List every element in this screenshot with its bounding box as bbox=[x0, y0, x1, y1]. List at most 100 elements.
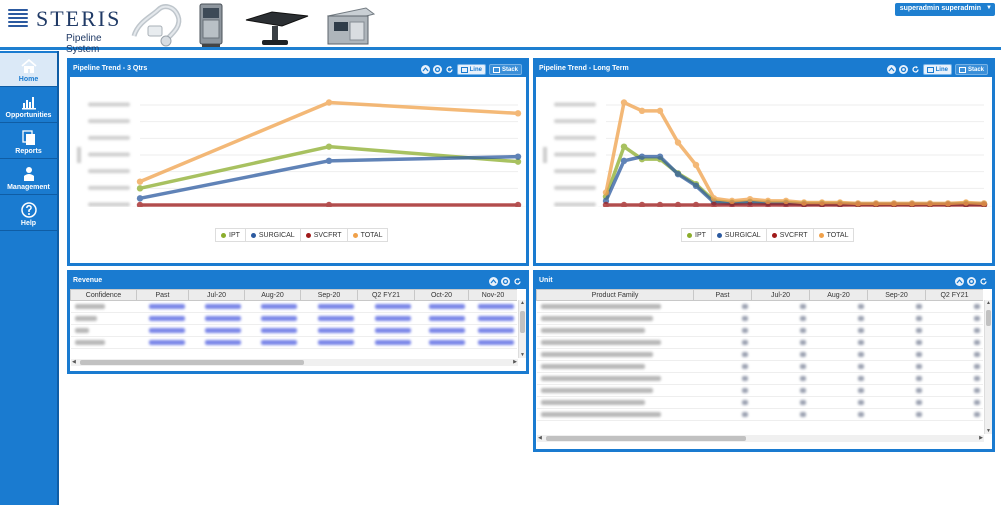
table-row[interactable] bbox=[536, 408, 983, 421]
data-point[interactable] bbox=[908, 200, 916, 207]
legend-item-total[interactable]: TOTAL bbox=[814, 229, 854, 241]
data-point[interactable] bbox=[692, 182, 700, 190]
unit-horizontal-scrollbar[interactable]: ◀ ▶ bbox=[537, 435, 984, 442]
data-point[interactable] bbox=[325, 157, 333, 165]
table-row[interactable] bbox=[536, 396, 983, 409]
table-row[interactable] bbox=[536, 372, 983, 385]
data-point[interactable] bbox=[890, 200, 898, 207]
data-point[interactable] bbox=[620, 157, 628, 165]
legend-item-surgical[interactable]: SURGICAL bbox=[712, 229, 767, 241]
data-point[interactable] bbox=[514, 201, 522, 207]
data-point[interactable] bbox=[514, 153, 522, 160]
data-point[interactable] bbox=[656, 201, 664, 207]
legend-item-surgical[interactable]: SURGICAL bbox=[246, 229, 301, 241]
column-header[interactable]: Jul-20 bbox=[188, 289, 245, 301]
data-point[interactable] bbox=[325, 143, 333, 150]
sidebar-item-help[interactable]: Help bbox=[0, 197, 57, 231]
sidebar-item-management[interactable]: Management bbox=[0, 161, 57, 195]
scroll-thumb[interactable] bbox=[986, 310, 991, 326]
data-point[interactable] bbox=[854, 200, 862, 207]
data-point[interactable] bbox=[926, 200, 934, 207]
scroll-up-icon[interactable]: ▲ bbox=[520, 300, 525, 306]
data-point[interactable] bbox=[620, 201, 628, 207]
legend-item-ipt[interactable]: IPT bbox=[682, 229, 712, 241]
legend-item-svcfrt[interactable]: SVCFRT bbox=[767, 229, 814, 241]
data-point[interactable] bbox=[800, 199, 808, 206]
column-header[interactable]: Jul-20 bbox=[751, 289, 810, 301]
sidebar-item-opportunities[interactable]: Opportunities bbox=[0, 89, 57, 123]
data-point[interactable] bbox=[602, 189, 610, 196]
user-menu-button[interactable]: superadmin superadmin ▼ bbox=[894, 3, 995, 16]
scroll-right-icon[interactable]: ▶ bbox=[513, 359, 517, 365]
column-header[interactable]: Aug-20 bbox=[809, 289, 868, 301]
data-point[interactable] bbox=[782, 197, 790, 205]
table-row[interactable] bbox=[70, 300, 517, 313]
data-point[interactable] bbox=[710, 195, 718, 202]
column-header[interactable]: Past bbox=[693, 289, 752, 301]
data-point[interactable] bbox=[746, 195, 754, 203]
data-point[interactable] bbox=[692, 161, 700, 169]
data-point[interactable] bbox=[656, 107, 664, 115]
data-point[interactable] bbox=[674, 201, 682, 207]
data-point[interactable] bbox=[674, 139, 682, 146]
collapse-icon[interactable] bbox=[955, 276, 964, 286]
data-point[interactable] bbox=[136, 178, 144, 185]
legend-item-total[interactable]: TOTAL bbox=[348, 229, 388, 241]
data-point[interactable] bbox=[620, 143, 628, 150]
data-point[interactable] bbox=[620, 99, 628, 106]
data-point[interactable] bbox=[136, 195, 144, 202]
collapse-icon[interactable] bbox=[489, 276, 498, 286]
table-row[interactable] bbox=[536, 384, 983, 397]
table-row[interactable] bbox=[536, 300, 983, 313]
table-row[interactable] bbox=[536, 348, 983, 361]
refresh-icon[interactable] bbox=[911, 65, 920, 74]
data-point[interactable] bbox=[514, 110, 522, 117]
data-point[interactable] bbox=[980, 200, 988, 207]
unit-vertical-scrollbar[interactable]: ▲ ▼ bbox=[984, 300, 992, 434]
scroll-thumb[interactable] bbox=[520, 311, 525, 333]
column-header[interactable]: Nov-20 bbox=[468, 289, 517, 301]
column-header[interactable]: Sep-20 bbox=[867, 289, 926, 301]
column-header[interactable]: Aug-20 bbox=[244, 289, 301, 301]
data-point[interactable] bbox=[656, 153, 664, 160]
data-point[interactable] bbox=[836, 199, 844, 206]
scroll-left-icon[interactable]: ◀ bbox=[538, 435, 542, 441]
gear-icon[interactable] bbox=[898, 64, 908, 74]
data-point[interactable] bbox=[674, 170, 682, 178]
table-row[interactable] bbox=[70, 312, 517, 325]
scroll-right-icon[interactable]: ▶ bbox=[979, 435, 983, 441]
data-point[interactable] bbox=[325, 99, 333, 106]
scroll-up-icon[interactable]: ▲ bbox=[986, 300, 991, 306]
scroll-down-icon[interactable]: ▼ bbox=[986, 428, 991, 434]
data-point[interactable] bbox=[325, 201, 333, 207]
column-header[interactable]: Oct-20 bbox=[414, 289, 469, 301]
table-row[interactable] bbox=[536, 336, 983, 349]
collapse-icon[interactable] bbox=[420, 64, 430, 74]
column-header[interactable]: Confidence bbox=[70, 289, 137, 301]
data-point[interactable] bbox=[638, 107, 646, 115]
gear-icon[interactable] bbox=[501, 276, 510, 286]
data-point[interactable] bbox=[872, 200, 880, 207]
scroll-left-icon[interactable]: ◀ bbox=[72, 359, 76, 365]
gear-icon[interactable] bbox=[432, 64, 442, 74]
gear-icon[interactable] bbox=[967, 276, 976, 286]
column-header[interactable]: Q2 FY21 bbox=[925, 289, 983, 301]
scroll-down-icon[interactable]: ▼ bbox=[520, 352, 525, 358]
line-toggle-button[interactable]: Line bbox=[922, 63, 952, 75]
table-row[interactable] bbox=[536, 360, 983, 373]
sidebar-item-home[interactable]: Home bbox=[0, 53, 57, 87]
column-header[interactable]: Past bbox=[136, 289, 189, 301]
data-point[interactable] bbox=[638, 153, 646, 160]
data-point[interactable] bbox=[944, 200, 952, 207]
legend-item-svcfrt[interactable]: SVCFRT bbox=[301, 229, 348, 241]
revenue-horizontal-scrollbar[interactable]: ◀ ▶ bbox=[71, 359, 518, 366]
column-header[interactable]: Sep-20 bbox=[300, 289, 358, 301]
data-point[interactable] bbox=[962, 199, 970, 206]
refresh-icon[interactable] bbox=[445, 65, 454, 74]
sidebar-item-reports[interactable]: Reports bbox=[0, 125, 57, 159]
column-header[interactable]: Q2 FY21 bbox=[357, 289, 415, 301]
refresh-icon[interactable] bbox=[513, 277, 522, 286]
data-point[interactable] bbox=[136, 185, 144, 192]
table-row[interactable] bbox=[536, 324, 983, 337]
stack-toggle-button[interactable]: Stack bbox=[954, 63, 988, 75]
